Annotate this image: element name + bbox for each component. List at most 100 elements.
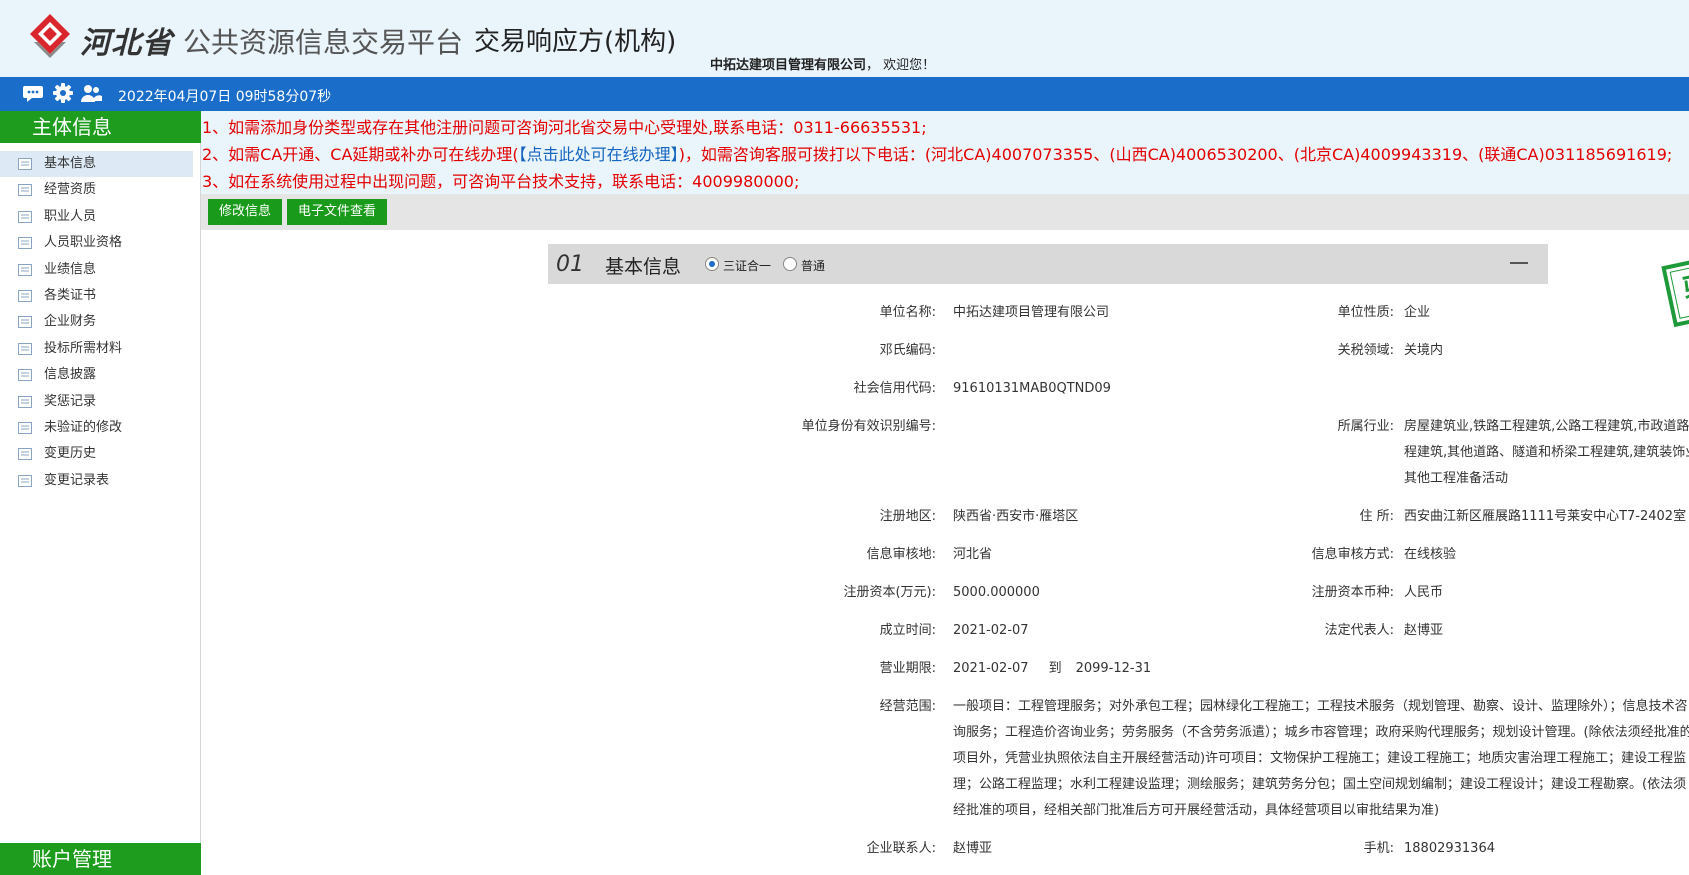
- sidebar-item-rewards[interactable]: 奖惩记录: [0, 389, 201, 415]
- document-icon: [18, 263, 32, 276]
- sidebar-item-disclosure[interactable]: 信息披露: [0, 362, 201, 388]
- sidebar-item-performance[interactable]: 业绩信息: [0, 257, 201, 283]
- edit-info-button[interactable]: 修改信息: [208, 199, 283, 225]
- notice-line-2: 2、如需CA开通、CA延期或补办可在线办理(【点击此处可在线办理】)，如需咨询客…: [202, 141, 1672, 165]
- sidebar-item-label: 变更历史: [44, 446, 97, 462]
- welcome-text: ， 欢迎您！: [866, 58, 936, 73]
- phone-label: 手机:: [1363, 841, 1394, 856]
- sidebar-item-change-log[interactable]: 变更记录表: [0, 468, 201, 494]
- region-value: 陕西省·西安市·雁塔区: [953, 509, 1079, 524]
- header: 河北省 公共资源信息交易平台 交易响应方(机构) 中拓达建项目管理有限公司， 欢…: [0, 0, 1689, 77]
- sidebar-item-label: 企业财务: [44, 314, 97, 330]
- sidebar-item-personnel[interactable]: 职业人员: [0, 204, 201, 230]
- document-icon: [18, 342, 32, 355]
- document-icon: [18, 158, 32, 170]
- notice-line-3: 3、如在系统使用过程中出现问题，可咨询平台技术支持，联系电话：400998000…: [202, 172, 800, 191]
- role-title: 交易响应方(机构): [474, 27, 677, 57]
- sidebar-item-label: 经营资质: [44, 182, 97, 198]
- founded-value: 2021-02-07: [953, 623, 1029, 638]
- unit-name-label: 单位名称:: [879, 305, 936, 320]
- currency-label: 注册资本币种:: [1311, 585, 1394, 600]
- section-title: 基本信息: [605, 256, 682, 278]
- review-place-label: 信息审核地:: [866, 547, 936, 562]
- radio-normal[interactable]: [783, 257, 797, 271]
- main-content: 01 基本信息 三证合一 普通 验证通过 单位名称: 中拓达建项目管理有限公司 …: [201, 230, 1689, 865]
- notice-line-1: 1、如需添加身份类型或存在其他注册问题可咨询河北省交易中心受理处,联系电话：03…: [202, 118, 927, 137]
- view-files-button[interactable]: 电子文件查看: [287, 199, 388, 225]
- scope-value: 一般项目：工程管理服务；对外承包工程；园林绿化工程施工；工程技术服务（规划管理、…: [953, 699, 1689, 818]
- sidebar-item-personnel-qualification[interactable]: 人员职业资格: [0, 230, 201, 256]
- capital-label: 注册资本(万元):: [843, 585, 936, 600]
- address-label: 住 所:: [1359, 509, 1394, 524]
- sidebar-menu: 基本信息 经营资质 职业人员 人员职业资格 业绩信息 各类证书 企业财务 投标所…: [0, 151, 201, 494]
- sidebar-item-certificates[interactable]: 各类证书: [0, 283, 201, 309]
- radio-normal-label: 普通: [801, 259, 826, 273]
- legal-rep-label: 法定代表人:: [1324, 623, 1394, 638]
- document-icon: [18, 289, 32, 302]
- document-icon: [18, 448, 32, 461]
- document-icon: [18, 237, 32, 250]
- users-icon[interactable]: [80, 82, 102, 104]
- sidebar-item-label: 信息披露: [44, 367, 97, 383]
- duns-label: 邓氏编码:: [879, 343, 936, 358]
- identity-label: 单位身份有效识别编号:: [801, 419, 936, 434]
- chat-icon[interactable]: [22, 82, 44, 104]
- sidebar-heading-main[interactable]: 主体信息: [0, 111, 201, 143]
- sidebar-item-label: 变更记录表: [44, 472, 110, 488]
- company-name: 中拓达建项目管理有限公司: [710, 58, 867, 73]
- gear-icon[interactable]: [52, 82, 74, 104]
- platform-name: 公共资源信息交易平台: [183, 26, 464, 59]
- sidebar-item-label: 业绩信息: [44, 261, 97, 277]
- credit-code-value: 91610131MAB0QTND09: [953, 381, 1111, 396]
- capital-value: 5000.000000: [953, 585, 1040, 600]
- sidebar-item-label: 未验证的修改: [44, 419, 123, 435]
- address-value: 西安曲江新区雁展路1111号莱安中心T7-2402室: [1404, 509, 1687, 524]
- review-method-label: 信息审核方式:: [1311, 547, 1394, 562]
- sidebar-item-qualification[interactable]: 经营资质: [0, 177, 201, 203]
- sidebar-item-label: 奖惩记录: [44, 393, 97, 409]
- sidebar-item-label: 职业人员: [44, 208, 97, 224]
- scope-label: 经营范围:: [879, 699, 936, 714]
- notice-panel: 1、如需添加身份类型或存在其他注册问题可咨询河北省交易中心受理处,联系电话：03…: [201, 111, 1689, 194]
- sidebar-item-change-history[interactable]: 变更历史: [0, 441, 201, 467]
- action-bar: 修改信息 电子文件查看: [201, 194, 1689, 230]
- sidebar-item-unverified-changes[interactable]: 未验证的修改: [0, 415, 201, 441]
- document-icon: [18, 395, 32, 408]
- term-to: 到: [1048, 661, 1062, 676]
- term-label: 营业期限:: [879, 661, 936, 676]
- radio-three-in-one-label: 三证合一: [723, 259, 772, 273]
- unit-name-value: 中拓达建项目管理有限公司: [953, 305, 1110, 320]
- document-icon: [18, 316, 32, 329]
- region-label: 注册地区:: [879, 509, 936, 524]
- sidebar-item-finance[interactable]: 企业财务: [0, 309, 201, 335]
- sidebar-heading-account[interactable]: 账户管理: [0, 843, 201, 875]
- top-toolbar: 2022年04月07日 09时58分07秒: [0, 77, 1689, 111]
- notice-line-2-prefix: 2、如需CA开通、CA延期或补办可在线办理(: [202, 145, 519, 164]
- document-icon: [18, 421, 32, 434]
- contact-value: 赵博亚: [953, 841, 993, 856]
- sidebar-item-bid-materials[interactable]: 投标所需材料: [0, 336, 201, 362]
- term-end: 2099-12-31: [1075, 661, 1152, 676]
- logo-province-text: 河北省: [80, 26, 173, 61]
- industry-label: 所属行业:: [1337, 419, 1394, 434]
- phone-value: 18802931364: [1404, 841, 1495, 856]
- sidebar-item-basic-info[interactable]: 基本信息: [0, 151, 193, 178]
- notice-line-2-suffix: )，如需咨询客服可拨打以下电话：(河北CA)4007073355、(山西CA)4…: [678, 145, 1673, 164]
- legal-rep-value: 赵博亚: [1404, 623, 1444, 638]
- sidebar-item-label: 各类证书: [44, 287, 97, 303]
- document-icon: [18, 474, 32, 487]
- section-number: 01: [556, 252, 584, 277]
- online-ca-link[interactable]: 【点击此处可在线办理】: [519, 145, 679, 164]
- sidebar: 主体信息 基本信息 经营资质 职业人员 人员职业资格 业绩信息 各类证书 企业财…: [0, 111, 201, 875]
- review-method-value: 在线核验: [1404, 547, 1457, 562]
- unit-type-value: 企业: [1404, 305, 1431, 320]
- term-value: 2021-02-07 到 2099-12-31: [953, 656, 1151, 682]
- sidebar-item-label: 基本信息: [44, 156, 97, 171]
- unit-type-label: 单位性质:: [1337, 305, 1394, 320]
- credit-code-label: 社会信用代码:: [853, 381, 936, 396]
- review-place-value: 河北省: [953, 547, 993, 562]
- collapse-button[interactable]: [1510, 262, 1528, 264]
- document-icon: [18, 184, 32, 197]
- term-start: 2021-02-07: [953, 661, 1029, 676]
- radio-three-in-one[interactable]: [705, 257, 719, 271]
